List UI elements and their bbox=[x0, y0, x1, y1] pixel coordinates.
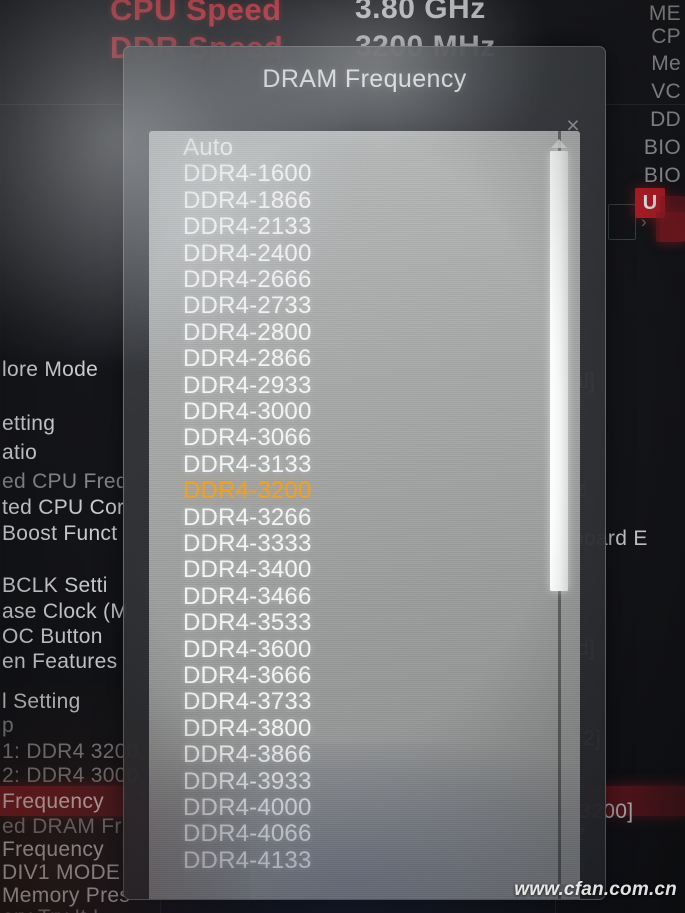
option-item[interactable]: DDR4-3666 bbox=[183, 663, 312, 689]
option-item[interactable]: DDR4-2866 bbox=[183, 346, 312, 372]
option-item[interactable]: DDR4-3600 bbox=[183, 636, 312, 663]
bios-menu-item[interactable]: 1: DDR4 3200 bbox=[2, 740, 139, 764]
bios-menu-item[interactable]: DIV1 MODE bbox=[2, 861, 120, 885]
scrollbar[interactable] bbox=[547, 131, 573, 899]
scrollbar-thumb[interactable] bbox=[550, 151, 568, 591]
bios-menu-item[interactable]: ory Try It ! bbox=[2, 906, 99, 913]
bios-menu-item[interactable]: l Setting bbox=[2, 690, 81, 714]
bios-menu-item[interactable]: p bbox=[2, 714, 14, 738]
bios-info-label: BIO bbox=[643, 164, 681, 187]
option-item[interactable]: DDR4-3400 bbox=[183, 557, 312, 583]
bios-menu-item[interactable]: ed CPU Freq bbox=[2, 470, 128, 494]
outline-box-icon bbox=[608, 204, 636, 240]
option-item[interactable]: DDR4-3733 bbox=[183, 689, 312, 715]
chevron-right-icon: › bbox=[641, 212, 647, 231]
option-item[interactable]: DDR4-3333 bbox=[183, 531, 312, 557]
option-item[interactable]: DDR4-2733 bbox=[183, 293, 312, 319]
option-item[interactable]: Auto bbox=[183, 135, 233, 161]
option-item[interactable]: DDR4-3866 bbox=[183, 742, 312, 768]
option-item[interactable]: DDR4-3533 bbox=[183, 610, 312, 636]
option-item[interactable]: DDR4-2933 bbox=[183, 372, 312, 399]
option-item[interactable]: DDR4-3000 bbox=[183, 399, 312, 425]
dram-frequency-dialog: DRAM Frequency × Auto DDR4-1600 DDR4-1866 D… bbox=[123, 46, 606, 900]
bios-info-label: ME bbox=[648, 2, 681, 25]
bios-menu-item[interactable]: etting bbox=[2, 412, 55, 436]
bios-screenshot: CPU Speed 3.80 GHz DDR Speed 3200 MHz ME… bbox=[0, 0, 685, 913]
option-item[interactable]: DDR4-3133 bbox=[183, 451, 312, 478]
bios-menu-item[interactable]: BCLK Setti bbox=[2, 574, 108, 598]
bios-menu-item[interactable]: Frequency bbox=[2, 838, 104, 862]
option-item[interactable]: DDR4-4133 bbox=[183, 847, 312, 874]
bios-info-label: DD bbox=[650, 108, 681, 131]
bios-info-label: Me bbox=[651, 52, 681, 75]
bios-menu-item[interactable]: lore Mode bbox=[2, 358, 98, 382]
option-item[interactable]: DDR4-3466 bbox=[183, 583, 312, 610]
bios-menu-item[interactable]: atio bbox=[2, 441, 37, 465]
bios-menu-item[interactable]: ted CPU Cor bbox=[2, 496, 124, 520]
bios-menu-item[interactable]: 2: DDR4 3000 bbox=[2, 764, 139, 788]
option-item[interactable]: DDR4-2133 bbox=[183, 214, 312, 240]
option-list[interactable]: Auto DDR4-1600 DDR4-1866 DDR4-2133 DDR4-2400… bbox=[149, 131, 514, 899]
badge-box-secondary-icon bbox=[656, 212, 685, 242]
option-item[interactable]: DDR4-2800 bbox=[183, 319, 312, 346]
bios-menu-item[interactable]: OC Button bbox=[2, 625, 103, 649]
bios-menu-item[interactable]: Memory Pres bbox=[2, 884, 130, 908]
option-item[interactable]: DDR4-4000 bbox=[183, 795, 312, 821]
bios-info-label: BIO bbox=[643, 136, 681, 159]
scroll-up-arrow-icon[interactable] bbox=[551, 139, 567, 148]
option-item[interactable]: DDR4-1600 bbox=[183, 161, 312, 187]
option-item[interactable]: DDR4-2666 bbox=[183, 267, 312, 293]
bios-info-label: VC bbox=[651, 80, 681, 103]
bios-info-label: CP bbox=[651, 25, 681, 48]
bios-menu-item[interactable]: Boost Funct bbox=[2, 522, 117, 546]
bios-menu-item[interactable]: en Features bbox=[2, 650, 117, 674]
option-item[interactable]: DDR4-1866 bbox=[183, 187, 312, 214]
option-item[interactable]: DDR4-3933 bbox=[183, 768, 312, 795]
option-item[interactable]: DDR4-3266 bbox=[183, 504, 312, 531]
option-list-panel: Auto DDR4-1600 DDR4-1866 DDR4-2133 DDR4-2400… bbox=[149, 131, 580, 899]
option-item[interactable]: DDR4-3800 bbox=[183, 715, 312, 742]
bios-menu-item[interactable]: Frequency bbox=[2, 790, 104, 814]
bios-menu-item[interactable]: ed DRAM Fr bbox=[2, 815, 122, 839]
option-item[interactable]: DDR4-4066 bbox=[183, 821, 312, 847]
bios-menu-item[interactable]: ase Clock (M bbox=[2, 600, 128, 624]
watermark: www.cfan.com.cn bbox=[514, 879, 677, 900]
cpu-speed-label: CPU Speed bbox=[110, 0, 282, 27]
option-item[interactable]: DDR4-3066 bbox=[183, 425, 312, 451]
dialog-title: DRAM Frequency bbox=[262, 65, 467, 93]
cpu-speed-value: 3.80 GHz bbox=[355, 0, 486, 25]
option-item[interactable]: DDR4-2400 bbox=[183, 240, 312, 267]
option-item[interactable]: DDR4-3200 bbox=[183, 478, 312, 504]
